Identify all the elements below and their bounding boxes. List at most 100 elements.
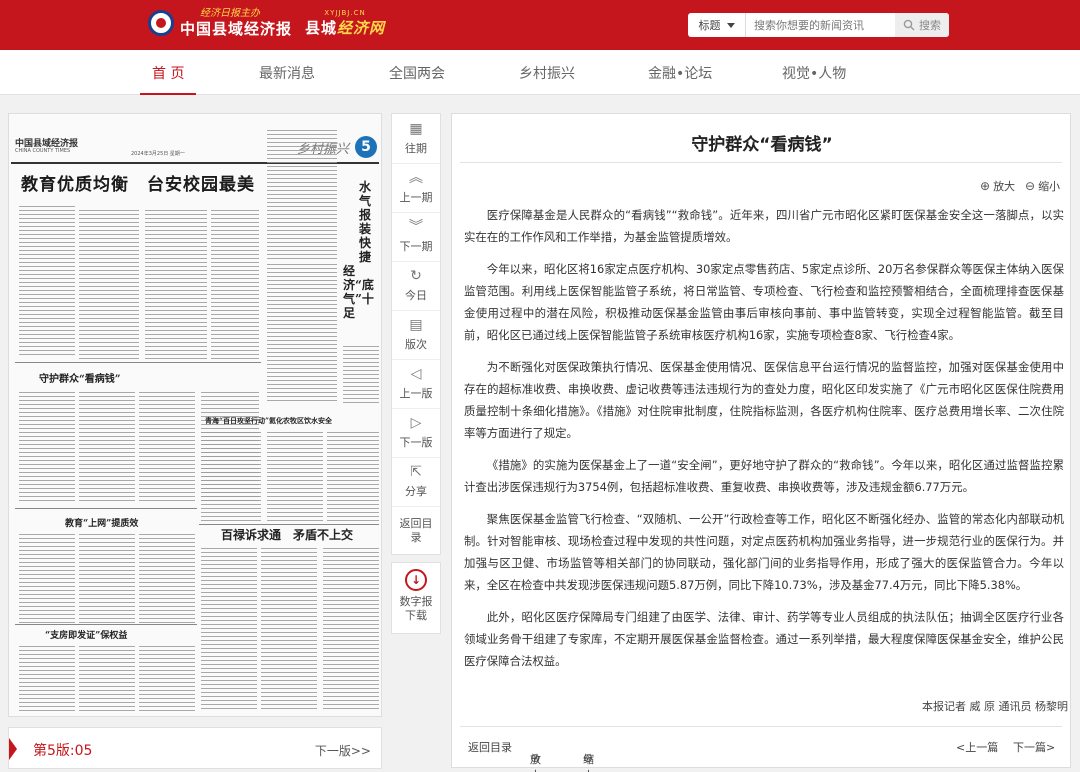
calendar-icon: ▦ bbox=[409, 120, 423, 137]
page-switcher: 第5版:05 下一版>> bbox=[8, 727, 382, 769]
share-button[interactable]: ⇱ 分享 bbox=[392, 457, 440, 505]
paper-headline[interactable]: 教育优质均衡 台安校园最美 bbox=[21, 170, 255, 195]
back-to-index-button[interactable]: 返回目录 bbox=[392, 506, 440, 554]
article-column[interactable] bbox=[79, 392, 135, 502]
newspaper-page-image[interactable]: 中国县域经济报 CHINA COUNTY TIMES 2024年3月25日 星期… bbox=[8, 113, 382, 717]
refresh-icon: ↻ bbox=[410, 268, 422, 284]
prev-page-button[interactable]: ◁ 上一版 bbox=[392, 359, 440, 407]
download-icon: ↓ bbox=[405, 569, 427, 591]
article-column[interactable] bbox=[267, 130, 337, 260]
next-article-link[interactable]: 下一篇> bbox=[1013, 739, 1055, 755]
article-column[interactable] bbox=[19, 206, 75, 356]
nav-active-indicator bbox=[140, 93, 196, 95]
article-paragraph: 此外，昭化区医疗保障局专门组建了由医学、法律、审计、药学等专业人员组成的执法队伍… bbox=[464, 610, 1064, 668]
article-title: 守护群众“看病钱” bbox=[691, 135, 833, 155]
zoom-out-button[interactable]: ⊖ 缩小 bbox=[1025, 178, 1060, 194]
paper-headline[interactable]: “支房即发证”保权益 bbox=[45, 628, 127, 641]
site-header: 经济日报主办 中国县域经济报 XYJJBJ.CN 县城经济网 标题 搜索 bbox=[0, 0, 1080, 50]
logo-url: XYJJBJ.CN bbox=[324, 9, 366, 17]
next-page-button[interactable]: ▷ 下一版 bbox=[392, 408, 440, 456]
article-column[interactable] bbox=[201, 432, 261, 522]
double-down-icon: ︾ bbox=[409, 219, 423, 235]
paper-headline[interactable]: 守护群众“看病钱” bbox=[39, 370, 121, 385]
editions-button[interactable]: ▤ 版次 bbox=[392, 310, 440, 358]
article-column[interactable] bbox=[139, 534, 195, 624]
county-times-logo[interactable]: 经济日报主办 中国县域经济报 bbox=[148, 8, 292, 38]
prev-issue-button[interactable]: ︽ 上一期 bbox=[392, 163, 440, 211]
nav-latest[interactable]: 最新消息 bbox=[259, 63, 315, 83]
paper-headline[interactable]: 百禄诉求通 矛盾不上交 bbox=[221, 526, 353, 543]
nav-rural[interactable]: 乡村振兴 bbox=[519, 63, 575, 83]
current-page-marker-icon bbox=[9, 738, 17, 760]
prev-article-link[interactable]: <上一篇 bbox=[956, 739, 998, 755]
page-number-badge: 5 bbox=[355, 136, 377, 158]
download-digital-paper-button[interactable]: ↓ 数字报下载 bbox=[391, 562, 441, 634]
nav-two-sessions[interactable]: 全国两会 bbox=[389, 63, 445, 83]
share-icon: ⇱ bbox=[410, 464, 422, 480]
article-column[interactable] bbox=[343, 346, 379, 406]
divider bbox=[460, 162, 1062, 163]
reader-toolbar: ▦ 往期 ︽ 上一期 ︾ 下一期 ↻ 今日 ▤ 版次 ◁ 上一版 ▷ 下一版 ⇱… bbox=[391, 113, 441, 555]
article-column[interactable] bbox=[19, 392, 75, 502]
article-paragraph: 医疗保障基金是人民群众的“看病钱”“救命钱”。近年来，四川省广元市昭化区紧盯医保… bbox=[464, 208, 1064, 244]
logo-sponsor: 经济日报主办 bbox=[200, 8, 260, 19]
article-column[interactable] bbox=[267, 432, 323, 522]
article-column[interactable] bbox=[145, 210, 207, 360]
paper-headline[interactable]: 教育“上网”提质效 bbox=[65, 516, 138, 529]
paper-headline[interactable]: 青海“百日攻坚行动”氦化农牧区饮水安全 bbox=[205, 416, 332, 426]
search-button[interactable]: 搜索 bbox=[895, 13, 949, 37]
article-paragraph: 今年以来，昭化区将16家定点医疗机构、30家定点零售药店、5家定点诊所、20万名… bbox=[464, 262, 1064, 342]
nav-home[interactable]: 首 页 bbox=[152, 63, 184, 83]
past-issues-button[interactable]: ▦ 往期 bbox=[392, 114, 440, 162]
double-up-icon: ︽ bbox=[409, 170, 423, 186]
column-rule bbox=[15, 362, 261, 363]
caret-down-icon bbox=[726, 22, 735, 28]
article-panel: 守护群众“看病钱” ⊕ 放大 ⊖ 缩小 医疗保障基金是人民群众的“看病钱”“救命… bbox=[451, 113, 1071, 772]
search-icon bbox=[903, 19, 915, 31]
logo-emblem-icon bbox=[148, 10, 174, 36]
article-column[interactable] bbox=[79, 646, 135, 712]
article-paragraph: 为不断强化对医保政策执行情况、医保基金使用情况、医保信息平台运行情况的监督监控，… bbox=[464, 360, 1064, 440]
today-button[interactable]: ↻ 今日 bbox=[392, 261, 440, 309]
article-footer: 返回目录 ⊕ 放大 ⊖ 缩小 <上一篇 下一篇> bbox=[460, 726, 1062, 772]
article-column[interactable] bbox=[201, 548, 257, 712]
search-bar: 标题 搜索 bbox=[688, 13, 949, 37]
zoom-out-icon: ⊖ bbox=[1025, 179, 1036, 193]
article-paragraph: 聚焦医保基金监管飞行检查、“双随机、一公开”行政检查等工作，昭化区不断强化经办、… bbox=[464, 512, 1064, 592]
column-rule bbox=[199, 524, 379, 525]
article-byline: 本报记者 威 原 通讯员 杨黎明 bbox=[922, 700, 1068, 713]
current-page-label[interactable]: 第5版:05 bbox=[33, 740, 92, 760]
footer-back-link[interactable]: 返回目录 bbox=[468, 739, 512, 755]
nav-visual[interactable]: 视觉•人物 bbox=[782, 63, 846, 83]
article-column[interactable] bbox=[19, 534, 75, 624]
article-column[interactable] bbox=[267, 264, 337, 404]
nav-finance[interactable]: 金融•论坛 bbox=[648, 63, 712, 83]
article-column[interactable] bbox=[139, 392, 195, 502]
article-body: 医疗保障基金是人民群众的“看病钱”“救命钱”。近年来，四川省广元市昭化区紧盯医保… bbox=[464, 204, 1064, 682]
logo-site-name: 县城经济网 bbox=[305, 19, 386, 37]
county-economy-web-logo[interactable]: XYJJBJ.CN 县城经济网 bbox=[305, 8, 385, 38]
article-column[interactable] bbox=[323, 548, 379, 712]
layout-icon: ▤ bbox=[409, 317, 423, 333]
logo-title: 中国县域经济报 bbox=[180, 20, 293, 38]
article-column[interactable] bbox=[19, 646, 75, 712]
article-column[interactable] bbox=[327, 432, 379, 522]
article-column[interactable] bbox=[139, 646, 195, 712]
paper-headline-vertical[interactable]: 经济“底气”十足 bbox=[343, 264, 374, 320]
article-column[interactable] bbox=[79, 534, 135, 624]
zoom-in-button[interactable]: ⊕ 放大 bbox=[980, 178, 1015, 194]
search-input[interactable] bbox=[746, 14, 886, 36]
column-rule bbox=[15, 624, 197, 625]
column-rule bbox=[15, 508, 197, 509]
article-column[interactable] bbox=[79, 210, 139, 360]
main-nav: 首 页 最新消息 全国两会 乡村振兴 金融•论坛 视觉•人物 bbox=[0, 50, 1080, 95]
article-column[interactable] bbox=[211, 210, 259, 360]
zoom-in-icon: ⊕ bbox=[980, 179, 991, 193]
circle-right-icon: ▷ bbox=[410, 415, 422, 431]
next-page-link[interactable]: 下一版>> bbox=[315, 742, 371, 759]
article-column[interactable] bbox=[261, 548, 317, 712]
paper-headline-vertical[interactable]: 水气报装快捷 bbox=[359, 180, 375, 264]
search-type-select[interactable]: 标题 bbox=[688, 13, 746, 37]
next-issue-button[interactable]: ︾ 下一期 bbox=[392, 212, 440, 260]
article-paragraph: 《措施》的实施为医保基金上了一道“安全闸”，更好地守护了群众的“救命钱”。今年以… bbox=[464, 458, 1064, 494]
